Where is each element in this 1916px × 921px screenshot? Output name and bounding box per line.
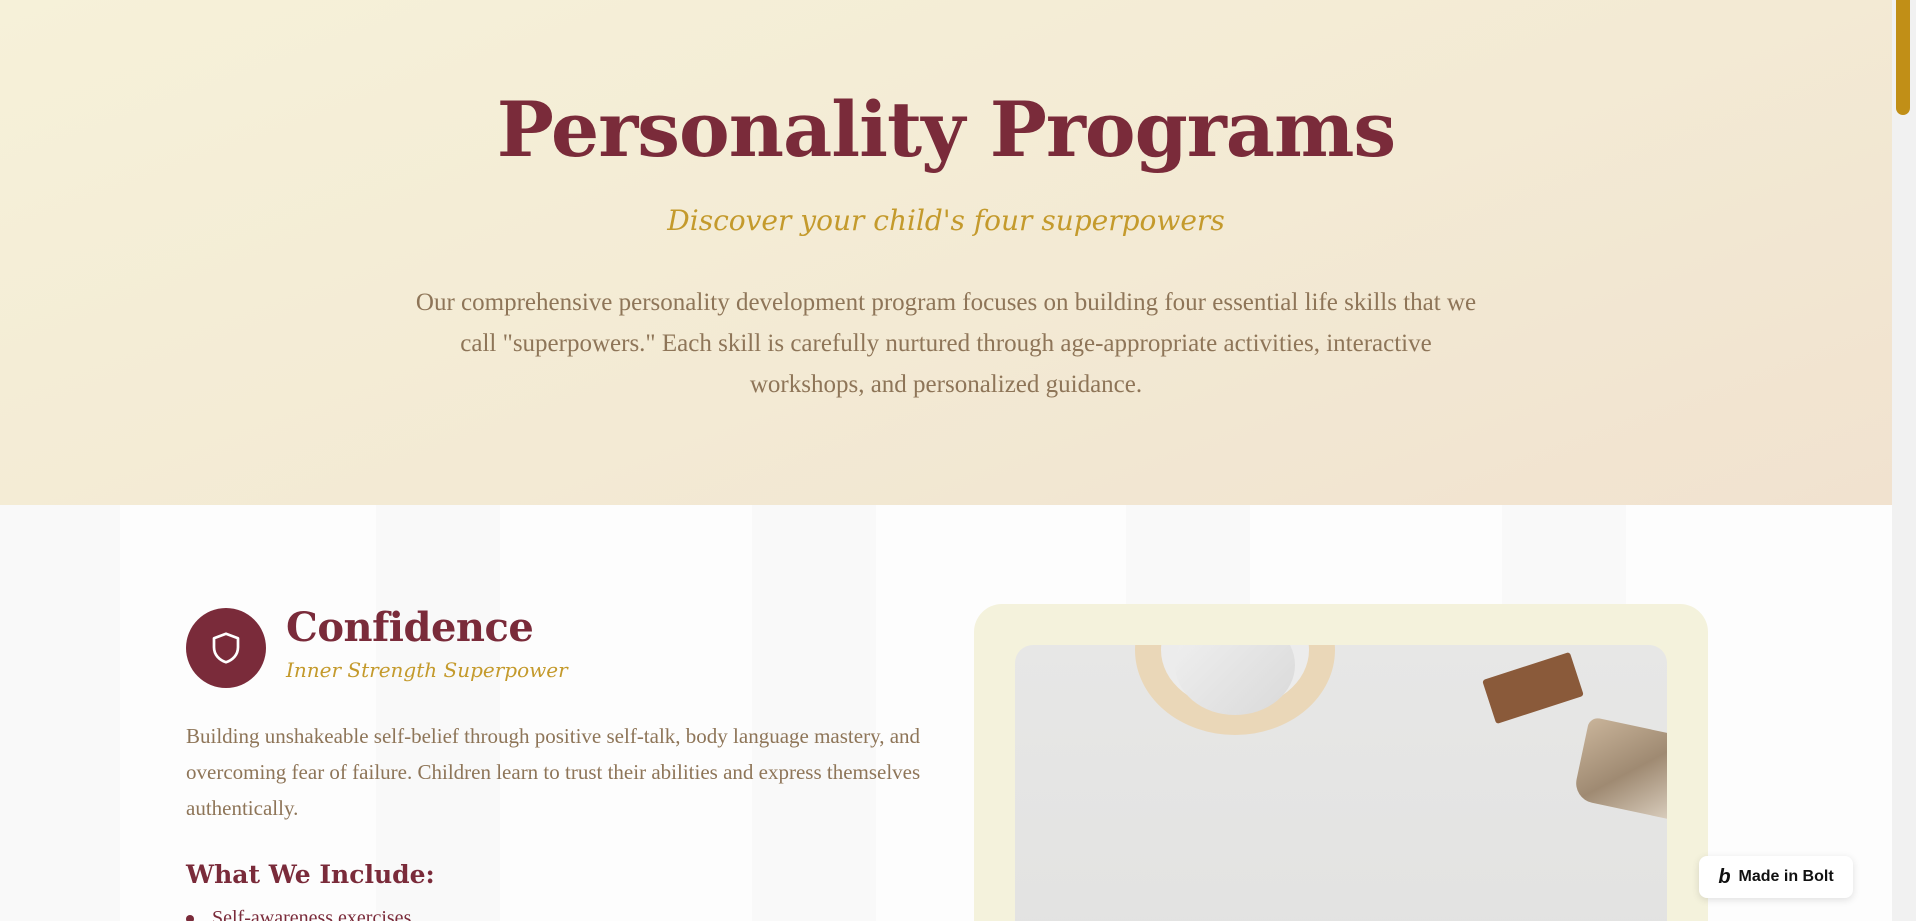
paper-chip-shape: [1482, 651, 1584, 725]
bullet-icon: [186, 915, 194, 921]
hero-description: Our comprehensive personality developmen…: [415, 289, 1477, 398]
feature-image: [1015, 645, 1667, 921]
background-tile: [0, 505, 120, 921]
crystal-shape: [1572, 716, 1667, 822]
list-item-label: Self-awareness exercises: [212, 907, 412, 921]
scrollbar-thumb[interactable]: [1896, 0, 1910, 115]
page: Personality Programs Discover your child…: [0, 0, 1916, 921]
feature-title: Confidence: [286, 604, 534, 651]
hero-section: Personality Programs Discover your child…: [0, 0, 1892, 505]
page-title: Personality Programs: [496, 85, 1396, 174]
include-heading: What We Include:: [186, 860, 435, 889]
hero-subtitle: Discover your child's four superpowers: [667, 204, 1225, 237]
feature-tagline: Inner Strength Superpower: [286, 658, 568, 682]
shield-icon: [186, 608, 266, 688]
background-tile: [376, 505, 500, 921]
scrollbar[interactable]: [1892, 0, 1916, 921]
background-tile: [752, 505, 876, 921]
bolt-logo-icon: b: [1718, 866, 1731, 888]
made-in-bolt-button[interactable]: b Made in Bolt: [1699, 856, 1853, 898]
feature-description: Building unshakeable self-belief through…: [186, 724, 921, 820]
list-item: Self-awareness exercises: [186, 906, 411, 921]
include-list: Self-awareness exercises: [186, 906, 411, 921]
made-in-bolt-label: Made in Bolt: [1738, 868, 1834, 885]
